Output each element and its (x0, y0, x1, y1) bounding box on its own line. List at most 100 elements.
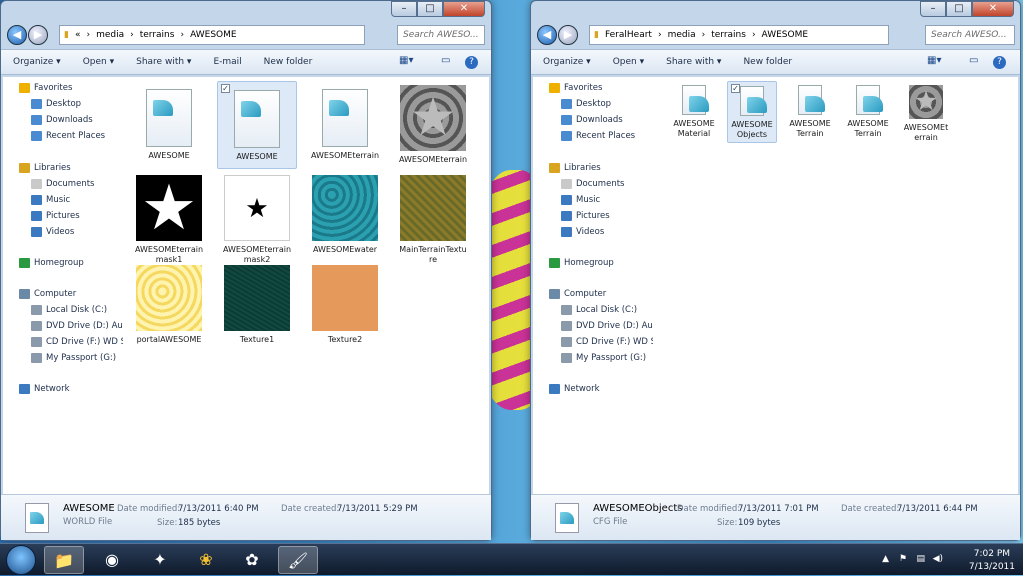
nav-item-computer[interactable]: Computer (19, 289, 123, 299)
forward-button[interactable]: ▶ (558, 25, 578, 45)
nav-item-downloads[interactable]: Downloads (31, 115, 123, 125)
breadcrumb-2[interactable]: terrains (711, 30, 746, 40)
nav-item-homegroup[interactable]: Homegroup (19, 258, 123, 268)
selection-checkbox[interactable]: ✓ (221, 84, 230, 93)
file-item[interactable]: AWESOMEterrain (305, 81, 385, 169)
search-input[interactable]: Search AWESO... (397, 25, 485, 45)
address-bar[interactable]: ▮ FeralHeart › media › terrains › AWESOME (589, 25, 889, 45)
nav-item-cd[interactable]: CD Drive (F:) WD Sm (31, 337, 123, 347)
organize-button[interactable]: Organize ▾ (543, 57, 591, 67)
flag-icon[interactable]: ⚑ (899, 554, 907, 564)
back-button[interactable]: ◀ (7, 25, 27, 45)
nav-item-favorites[interactable]: Favorites (19, 83, 123, 93)
breadcrumb-0[interactable]: « (75, 30, 81, 40)
nav-item-recent[interactable]: Recent Places (31, 131, 123, 141)
nav-item-libraries[interactable]: Libraries (19, 163, 123, 173)
title-bar[interactable]: – □ ✕ (531, 1, 1020, 21)
nav-item-passport[interactable]: My Passport (G:) (31, 353, 123, 363)
breadcrumb-2[interactable]: terrains (140, 30, 175, 40)
help-icon[interactable]: ? (993, 56, 1006, 69)
address-bar[interactable]: ▮ «› media › terrains › AWESOME (59, 25, 365, 45)
file-item[interactable]: ✓ AWESOME Objects (727, 81, 777, 143)
nav-item-network[interactable]: Network (19, 384, 123, 394)
nav-item-localdisk[interactable]: Local Disk (C:) (561, 305, 653, 315)
preview-pane-icon[interactable]: ▭ (969, 55, 978, 66)
file-item[interactable]: ★ AWESOMEterrain mask1 (129, 171, 209, 265)
maximize-button[interactable]: □ (417, 1, 443, 17)
breadcrumb-1[interactable]: media (96, 30, 124, 40)
file-item[interactable]: portalAWESOME (129, 261, 209, 349)
share-with-button[interactable]: Share with ▾ (136, 57, 191, 67)
close-button[interactable]: ✕ (443, 1, 485, 17)
minimize-button[interactable]: – (920, 1, 946, 17)
title-bar[interactable]: – □ ✕ (1, 1, 491, 21)
clock[interactable]: 7:02 PM 7/13/2011 (969, 548, 1015, 574)
breadcrumb-3[interactable]: AWESOME (762, 30, 809, 40)
show-hidden-icons-icon[interactable]: ▲ (882, 554, 889, 564)
nav-item-desktop[interactable]: Desktop (561, 99, 653, 109)
file-item[interactable]: AWESOMEwater (305, 171, 385, 259)
share-with-button[interactable]: Share with ▾ (666, 57, 721, 67)
file-item[interactable]: ★ AWESOMEterrain (393, 81, 473, 169)
nav-item-videos[interactable]: Videos (561, 227, 653, 237)
nav-item-videos[interactable]: Videos (31, 227, 123, 237)
nav-item-documents[interactable]: Documents (31, 179, 123, 189)
nav-item-passport[interactable]: My Passport (G:) (561, 353, 653, 363)
breadcrumb-3[interactable]: AWESOME (190, 30, 237, 40)
file-item[interactable]: AWESOME (129, 81, 209, 169)
nav-item-localdisk[interactable]: Local Disk (C:) (31, 305, 123, 315)
file-item[interactable]: MainTerrainTextu re (393, 171, 473, 264)
forward-button[interactable]: ▶ (28, 25, 48, 45)
nav-item-homegroup[interactable]: Homegroup (549, 258, 653, 268)
nav-item-downloads[interactable]: Downloads (561, 115, 653, 125)
preview-pane-icon[interactable]: ▭ (441, 55, 450, 66)
nav-item-computer[interactable]: Computer (549, 289, 653, 299)
file-item[interactable]: AWESOME Terrain (843, 81, 893, 143)
help-icon[interactable]: ? (465, 56, 478, 69)
nav-item-libraries[interactable]: Libraries (549, 163, 653, 173)
volume-icon[interactable]: ◀) (933, 554, 943, 564)
start-button[interactable] (6, 545, 36, 575)
views-icon[interactable]: ▦▾ (399, 55, 413, 66)
nav-item-documents[interactable]: Documents (561, 179, 653, 189)
file-item[interactable]: ★ AWESOMEterrain mask2 (217, 171, 297, 264)
open-button[interactable]: Open ▾ (83, 57, 114, 67)
nav-item-pictures[interactable]: Pictures (31, 211, 123, 221)
file-item[interactable]: ✓ AWESOME (217, 81, 297, 169)
back-button[interactable]: ◀ (537, 25, 557, 45)
pawprint-taskbar-icon[interactable]: ❀ (186, 546, 226, 574)
breadcrumb-0[interactable]: FeralHeart (605, 30, 652, 40)
nav-item-pictures[interactable]: Pictures (561, 211, 653, 221)
file-item[interactable]: Texture1 (217, 261, 297, 349)
app-taskbar-icon[interactable]: ✦ (140, 546, 180, 574)
file-item[interactable]: AWESOME Material (669, 81, 719, 143)
nav-item-network[interactable]: Network (549, 384, 653, 394)
new-folder-button[interactable]: New folder (264, 57, 313, 67)
maximize-button[interactable]: □ (946, 1, 972, 17)
nav-item-music[interactable]: Music (561, 195, 653, 205)
minimize-button[interactable]: – (391, 1, 417, 17)
new-folder-button[interactable]: New folder (743, 57, 792, 67)
open-button[interactable]: Open ▾ (613, 57, 644, 67)
email-button[interactable]: E-mail (213, 57, 241, 67)
breadcrumb-1[interactable]: media (668, 30, 696, 40)
nav-item-dvd[interactable]: DVD Drive (D:) Audi (561, 321, 653, 331)
file-item[interactable]: Texture2 (305, 261, 385, 349)
network-icon[interactable]: ▤ (916, 554, 925, 564)
search-input[interactable]: Search AWESO... (925, 25, 1015, 45)
nav-item-dvd[interactable]: DVD Drive (D:) Audi (31, 321, 123, 331)
file-item[interactable]: ★ AWESOMEt errain (901, 81, 951, 143)
file-item[interactable]: AWESOME Terrain (785, 81, 835, 143)
paw-taskbar-icon[interactable]: ✿ (232, 546, 272, 574)
close-button[interactable]: ✕ (972, 1, 1014, 17)
nav-item-cd[interactable]: CD Drive (F:) WD Sm (561, 337, 653, 347)
selection-checkbox[interactable]: ✓ (731, 84, 740, 93)
chrome-taskbar-icon[interactable]: ◉ (92, 546, 132, 574)
nav-item-recent[interactable]: Recent Places (561, 131, 653, 141)
nav-item-music[interactable]: Music (31, 195, 123, 205)
organize-button[interactable]: Organize ▾ (13, 57, 61, 67)
views-icon[interactable]: ▦▾ (927, 55, 941, 66)
paint-taskbar-icon[interactable]: 🖌 (278, 546, 318, 574)
nav-item-desktop[interactable]: Desktop (31, 99, 123, 109)
explorer-taskbar-icon[interactable]: 📁 (44, 546, 84, 574)
